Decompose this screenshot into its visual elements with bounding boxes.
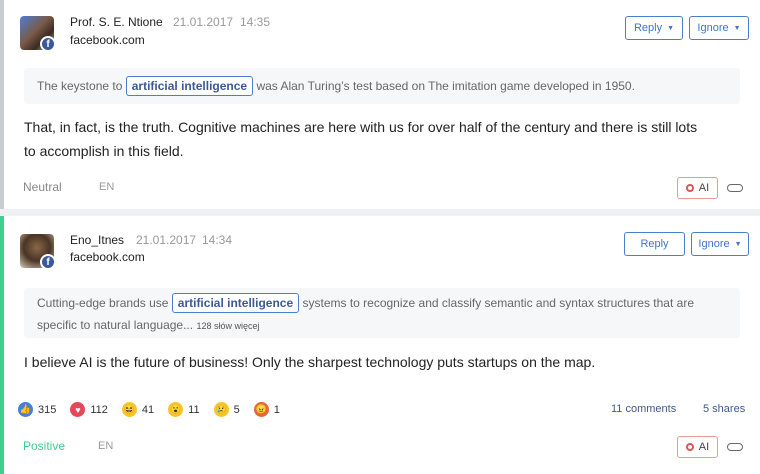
wow-icon: 😮	[168, 402, 184, 417]
sad-icon: 😢	[213, 402, 229, 417]
sentiment-label[interactable]: Positive	[23, 439, 65, 453]
language-label: EN	[98, 440, 114, 452]
reaction-count: 11	[188, 403, 200, 416]
chevron-down-icon: ▼	[733, 24, 741, 32]
quote-text: Cutting-edge brands use	[37, 296, 169, 310]
quote-text: The keystone to	[37, 79, 123, 93]
post-text: That, in fact, is the truth. Cognitive m…	[24, 119, 698, 159]
language-label: EN	[99, 181, 115, 193]
reaction-count: 5	[233, 403, 240, 416]
reaction-count: 315	[38, 403, 57, 416]
quote-text: was Alan Turing’s test based on The imit…	[256, 79, 635, 93]
reply-label: Reply	[633, 22, 663, 34]
reaction-count: 1	[273, 403, 280, 416]
ai-label: AI	[698, 441, 710, 453]
facebook-icon: f	[40, 254, 56, 270]
reaction-wow[interactable]: 😮 11	[168, 402, 200, 417]
reaction-count: 112	[90, 403, 108, 416]
toggle-switch[interactable]	[727, 443, 743, 451]
post-date: 21.01.2017	[173, 15, 234, 29]
reaction-haha[interactable]: 😆 41	[121, 402, 155, 417]
comments-link[interactable]: 11 comments	[611, 403, 676, 415]
reply-label: Reply	[640, 238, 669, 250]
reply-button[interactable]: Reply ▼	[625, 16, 683, 40]
mention-card: f Eno_Itnes 21.01.2017 14:34 facebook.co…	[0, 216, 760, 474]
reaction-sad[interactable]: 😢 5	[213, 402, 240, 417]
reaction-like[interactable]: 👍 315	[18, 402, 56, 417]
love-icon: ♥	[70, 402, 86, 417]
like-icon: 👍	[18, 402, 33, 417]
author-name[interactable]: Eno_Itnes	[70, 233, 124, 247]
angry-icon: 😠	[253, 402, 269, 417]
quoted-excerpt: The keystone to artificial intelligence …	[24, 68, 740, 104]
post-time: 14:35	[240, 15, 271, 29]
reply-button[interactable]: Reply	[624, 232, 685, 256]
facebook-icon: f	[40, 36, 56, 52]
reaction-love[interactable]: ♥ 112	[70, 402, 108, 417]
ignore-label: Ignore	[698, 238, 730, 250]
keyword-highlight[interactable]: artificial intelligence	[171, 293, 300, 313]
ai-status-icon	[685, 184, 694, 192]
source-link[interactable]: facebook.com	[70, 250, 145, 264]
quoted-excerpt: Cutting-edge brands use artificial intel…	[24, 288, 740, 338]
sentiment-label[interactable]: Neutral	[23, 180, 62, 194]
post-text: I believe AI is the future of business! …	[24, 354, 596, 370]
chevron-down-icon: ▼	[734, 240, 742, 248]
ai-status-icon	[685, 443, 694, 451]
ai-button[interactable]: AI	[677, 436, 718, 458]
shares-link[interactable]: 5 shares	[703, 403, 745, 415]
chevron-down-icon: ▼	[667, 24, 675, 32]
more-words-link[interactable]: 128 słów więcej	[196, 321, 259, 331]
post-date: 21.01.2017	[136, 233, 197, 247]
reaction-count: 41	[141, 403, 155, 416]
reactions-bar: 👍 315 ♥ 112 😆 41 😮 11 😢 5 😠 1	[18, 402, 294, 417]
author-name[interactable]: Prof. S. E. Ntione	[70, 15, 163, 29]
source-link[interactable]: facebook.com	[70, 33, 145, 47]
ignore-button[interactable]: Ignore ▼	[689, 16, 749, 40]
ai-button[interactable]: AI	[677, 177, 718, 199]
ai-label: AI	[698, 182, 710, 194]
post-time: 14:34	[202, 233, 233, 247]
haha-icon: 😆	[121, 402, 137, 417]
ignore-button[interactable]: Ignore ▼	[691, 232, 749, 256]
toggle-switch[interactable]	[727, 184, 743, 192]
keyword-highlight[interactable]: artificial intelligence	[125, 76, 254, 96]
reaction-angry[interactable]: 😠 1	[253, 402, 280, 417]
ignore-label: Ignore	[697, 22, 729, 34]
mention-card: f Prof. S. E. Ntione 21.01.2017 14:35 fa…	[0, 0, 760, 209]
